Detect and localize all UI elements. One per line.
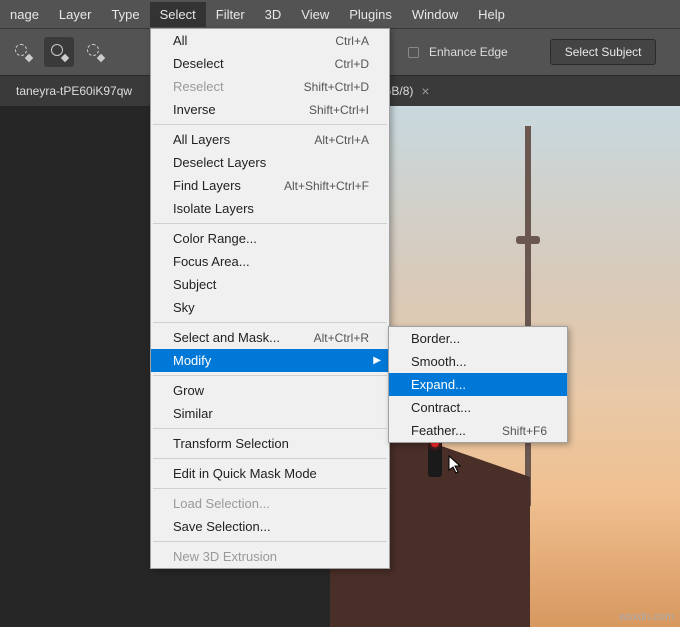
menu-item-label: Find Layers <box>173 178 241 193</box>
menubar: nage Layer Type Select Filter 3D View Pl… <box>0 0 680 28</box>
menu-item-label: All <box>173 33 187 48</box>
menubar-item-plugins[interactable]: Plugins <box>339 2 402 27</box>
menu-item-shortcut: Alt+Shift+Ctrl+F <box>284 179 369 193</box>
modify-submenu[interactable]: Border... Smooth... Expand... Contract... Fe… <box>388 326 568 443</box>
menu-item-shortcut: Alt+Ctrl+A <box>314 133 369 147</box>
brush-subtract-icon[interactable] <box>44 37 74 67</box>
menu-item-label: Load Selection... <box>173 496 270 511</box>
brush-alt-icon[interactable] <box>80 37 110 67</box>
watermark: wsxdn.com <box>619 611 674 623</box>
menu-item-all[interactable]: All Ctrl+A <box>151 29 389 52</box>
submenu-item-shortcut: Shift+F6 <box>502 424 547 438</box>
menu-separator <box>153 223 387 224</box>
menubar-item-image[interactable]: nage <box>0 2 49 27</box>
menu-item-label: All Layers <box>173 132 230 147</box>
menu-separator <box>153 458 387 459</box>
menu-item-color-range[interactable]: Color Range... <box>151 227 389 250</box>
menubar-item-layer[interactable]: Layer <box>49 2 102 27</box>
document-tab[interactable]: taneyra-tPE60iK97qw <box>6 78 142 104</box>
menu-item-select-and-mask[interactable]: Select and Mask... Alt+Ctrl+R <box>151 326 389 349</box>
document-tab-name: taneyra-tPE60iK97qw <box>16 84 132 98</box>
menu-item-similar[interactable]: Similar <box>151 402 389 425</box>
menu-item-label: Edit in Quick Mask Mode <box>173 466 317 481</box>
menu-item-shortcut: Shift+Ctrl+D <box>304 80 369 94</box>
enhance-edge-checkbox[interactable] <box>408 47 419 58</box>
submenu-item-contract[interactable]: Contract... <box>389 396 567 419</box>
menu-item-label: Reselect <box>173 79 224 94</box>
menu-item-save-selection[interactable]: Save Selection... <box>151 515 389 538</box>
menu-item-label: Subject <box>173 277 216 292</box>
menu-item-focus-area[interactable]: Focus Area... <box>151 250 389 273</box>
close-tab-icon[interactable]: × <box>421 83 429 99</box>
menu-item-grow[interactable]: Grow <box>151 379 389 402</box>
menu-item-new-3d-extrusion: New 3D Extrusion <box>151 545 389 568</box>
submenu-item-smooth[interactable]: Smooth... <box>389 350 567 373</box>
menu-item-label: Sky <box>173 300 195 315</box>
menubar-item-help[interactable]: Help <box>468 2 515 27</box>
menu-item-all-layers[interactable]: All Layers Alt+Ctrl+A <box>151 128 389 151</box>
enhance-edge-label: Enhance Edge <box>429 45 508 59</box>
menu-item-subject[interactable]: Subject <box>151 273 389 296</box>
select-menu[interactable]: All Ctrl+A Deselect Ctrl+D Reselect Shift+Ctr… <box>150 28 390 569</box>
menu-separator <box>153 124 387 125</box>
menu-item-label: Focus Area... <box>173 254 250 269</box>
submenu-item-label: Smooth... <box>411 354 467 369</box>
submenu-item-border[interactable]: Border... <box>389 327 567 350</box>
menu-item-label: Inverse <box>173 102 216 117</box>
menu-separator <box>153 322 387 323</box>
menubar-item-3d[interactable]: 3D <box>255 2 292 27</box>
menu-item-label: Select and Mask... <box>173 330 280 345</box>
menu-separator <box>153 428 387 429</box>
menu-item-label: Modify <box>173 353 211 368</box>
menu-item-edit-in-quick-mask-mode[interactable]: Edit in Quick Mask Mode <box>151 462 389 485</box>
tower-ring-shape <box>516 236 540 244</box>
menu-item-isolate-layers[interactable]: Isolate Layers <box>151 197 389 220</box>
menu-item-find-layers[interactable]: Find Layers Alt+Shift+Ctrl+F <box>151 174 389 197</box>
submenu-arrow-icon: ▶ <box>373 355 381 366</box>
submenu-item-label: Feather... <box>411 423 466 438</box>
menu-item-shortcut: Shift+Ctrl+I <box>309 103 369 117</box>
menubar-item-filter[interactable]: Filter <box>206 2 255 27</box>
submenu-item-label: Border... <box>411 331 460 346</box>
submenu-item-feather[interactable]: Feather... Shift+F6 <box>389 419 567 442</box>
brush-add-icon[interactable] <box>8 37 38 67</box>
menubar-item-select[interactable]: Select <box>150 2 206 27</box>
menu-item-label: New 3D Extrusion <box>173 549 277 564</box>
select-subject-button[interactable]: Select Subject <box>550 39 657 65</box>
submenu-item-label: Contract... <box>411 400 471 415</box>
menubar-item-window[interactable]: Window <box>402 2 468 27</box>
menubar-item-type[interactable]: Type <box>101 2 149 27</box>
menu-separator <box>153 375 387 376</box>
menu-item-modify[interactable]: Modify ▶ <box>151 349 389 372</box>
menu-separator <box>153 488 387 489</box>
menu-item-label: Deselect <box>173 56 224 71</box>
menu-item-sky[interactable]: Sky <box>151 296 389 319</box>
menu-item-shortcut: Ctrl+A <box>335 34 369 48</box>
menu-item-label: Deselect Layers <box>173 155 266 170</box>
menu-item-load-selection: Load Selection... <box>151 492 389 515</box>
menu-item-label: Save Selection... <box>173 519 271 534</box>
menu-item-label: Transform Selection <box>173 436 289 451</box>
menu-item-shortcut: Alt+Ctrl+R <box>314 331 369 345</box>
menu-item-inverse[interactable]: Inverse Shift+Ctrl+I <box>151 98 389 121</box>
menu-item-label: Color Range... <box>173 231 257 246</box>
menu-item-label: Grow <box>173 383 204 398</box>
menu-item-deselect[interactable]: Deselect Ctrl+D <box>151 52 389 75</box>
menu-item-label: Similar <box>173 406 213 421</box>
menu-item-reselect: Reselect Shift+Ctrl+D <box>151 75 389 98</box>
submenu-item-label: Expand... <box>411 377 466 392</box>
menu-item-shortcut: Ctrl+D <box>335 57 369 71</box>
menubar-item-view[interactable]: View <box>291 2 339 27</box>
submenu-item-expand[interactable]: Expand... <box>389 373 567 396</box>
menu-item-label: Isolate Layers <box>173 201 254 216</box>
menu-separator <box>153 541 387 542</box>
menu-item-transform-selection[interactable]: Transform Selection <box>151 432 389 455</box>
menu-item-deselect-layers[interactable]: Deselect Layers <box>151 151 389 174</box>
